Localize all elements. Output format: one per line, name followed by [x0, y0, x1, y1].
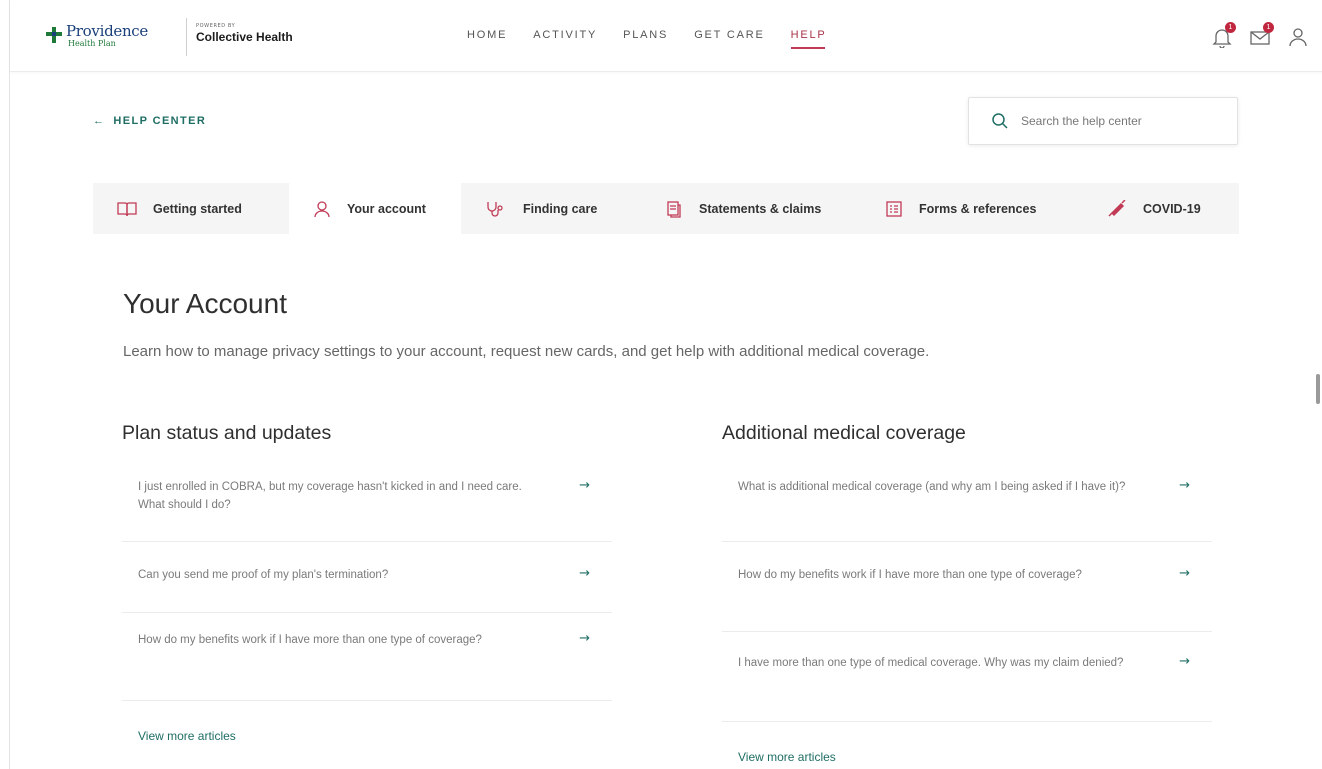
book-icon	[117, 201, 137, 216]
documents-icon	[667, 200, 681, 218]
arrow-right-icon: →	[1179, 478, 1190, 493]
powered-by-label: POWERED BY	[196, 23, 236, 29]
search-input[interactable]	[1021, 114, 1221, 128]
person-icon	[314, 200, 330, 217]
profile-button[interactable]	[1287, 26, 1309, 48]
nav-icons: 1 1	[1211, 22, 1309, 49]
messages-button[interactable]: 1	[1249, 22, 1274, 48]
brand-logo[interactable]: Providence Health Plan POWERED BY Collec…	[46, 18, 293, 56]
stethoscope-icon	[487, 201, 503, 217]
nav-activity[interactable]: ACTIVITY	[533, 29, 597, 49]
brand-subtitle: Health Plan	[68, 39, 116, 48]
article-link[interactable]: What is additional medical coverage (and…	[722, 463, 1212, 542]
article-link[interactable]: Can you send me proof of my plan's termi…	[122, 542, 612, 613]
notifications-button[interactable]: 1	[1211, 22, 1236, 49]
main-nav: HOME ACTIVITY PLANS GET CARE HELP	[467, 29, 853, 49]
syringe-icon	[1108, 199, 1126, 217]
partner-name: Collective Health	[196, 30, 293, 44]
nav-plans[interactable]: PLANS	[623, 29, 668, 49]
scrollbar-thumb[interactable]	[1316, 374, 1320, 404]
section-additional-coverage: Additional medical coverage What is addi…	[722, 422, 1212, 765]
article-link[interactable]: I have more than one type of medical cov…	[722, 632, 1212, 722]
tab-forms-references[interactable]: Forms & references	[861, 183, 1083, 234]
help-tabs: Getting started Your account Finding car…	[93, 183, 1239, 234]
article-link[interactable]: I just enrolled in COBRA, but my coverag…	[122, 463, 612, 542]
article-title: How do my benefits work if I have more t…	[738, 569, 1082, 581]
tab-label: Finding care	[523, 201, 598, 216]
view-more-articles-link[interactable]: View more articles	[122, 729, 236, 743]
tab-getting-started[interactable]: Getting started	[93, 183, 289, 234]
nav-get-care[interactable]: GET CARE	[694, 29, 764, 49]
tab-label: Your account	[347, 201, 426, 216]
article-title: Can you send me proof of my plan's termi…	[138, 569, 389, 581]
brand-name: Providence	[66, 22, 148, 40]
view-more-articles-link[interactable]: View more articles	[722, 750, 836, 764]
arrow-right-icon: →	[579, 478, 590, 493]
tab-label: COVID-19	[1143, 201, 1201, 216]
tab-statements-claims[interactable]: Statements & claims	[641, 183, 861, 234]
arrow-right-icon: →	[579, 566, 590, 581]
article-title: I have more than one type of medical cov…	[738, 657, 1124, 669]
article-title: How do my benefits work if I have more t…	[138, 634, 482, 646]
tab-covid-19[interactable]: COVID-19	[1083, 183, 1239, 234]
tab-label: Getting started	[153, 201, 242, 216]
article-title: What is additional medical coverage (and…	[738, 481, 1126, 493]
tab-label: Forms & references	[919, 201, 1037, 216]
nav-help[interactable]: HELP	[790, 29, 827, 49]
search-icon	[992, 113, 1008, 129]
tab-your-account[interactable]: Your account	[289, 183, 461, 234]
article-title: I just enrolled in COBRA, but my coverag…	[138, 481, 522, 511]
arrow-right-icon: →	[1179, 566, 1190, 581]
article-link[interactable]: How do my benefits work if I have more t…	[122, 613, 612, 701]
section-plan-status: Plan status and updates I just enrolled …	[122, 422, 612, 744]
brand-divider	[186, 18, 187, 56]
providence-cross-icon	[46, 27, 62, 43]
help-center-back-link[interactable]: ← HELP CENTER	[93, 115, 206, 127]
tab-label: Statements & claims	[699, 201, 822, 216]
messages-badge: 1	[1263, 22, 1274, 33]
page-title: Your Account	[123, 288, 287, 319]
section-title: Additional medical coverage	[722, 422, 966, 444]
nav-home[interactable]: HOME	[467, 29, 507, 49]
powered-by: POWERED BY Collective Health	[196, 23, 326, 44]
arrow-left-icon: ←	[93, 115, 106, 127]
article-link[interactable]: How do my benefits work if I have more t…	[722, 542, 1212, 632]
user-icon	[1289, 28, 1307, 47]
help-search-box[interactable]	[968, 97, 1238, 145]
arrow-right-icon: →	[579, 631, 590, 646]
page-description: Learn how to manage privacy settings to …	[123, 343, 930, 360]
app-window: Providence Health Plan POWERED BY Collec…	[9, 0, 1322, 769]
tab-finding-care[interactable]: Finding care	[461, 183, 641, 234]
section-title: Plan status and updates	[122, 422, 332, 444]
top-navigation: Providence Health Plan POWERED BY Collec…	[10, 0, 1322, 72]
arrow-right-icon: →	[1179, 654, 1190, 669]
notifications-badge: 1	[1225, 22, 1236, 33]
form-icon	[886, 200, 902, 217]
help-center-label: HELP CENTER	[113, 115, 207, 127]
